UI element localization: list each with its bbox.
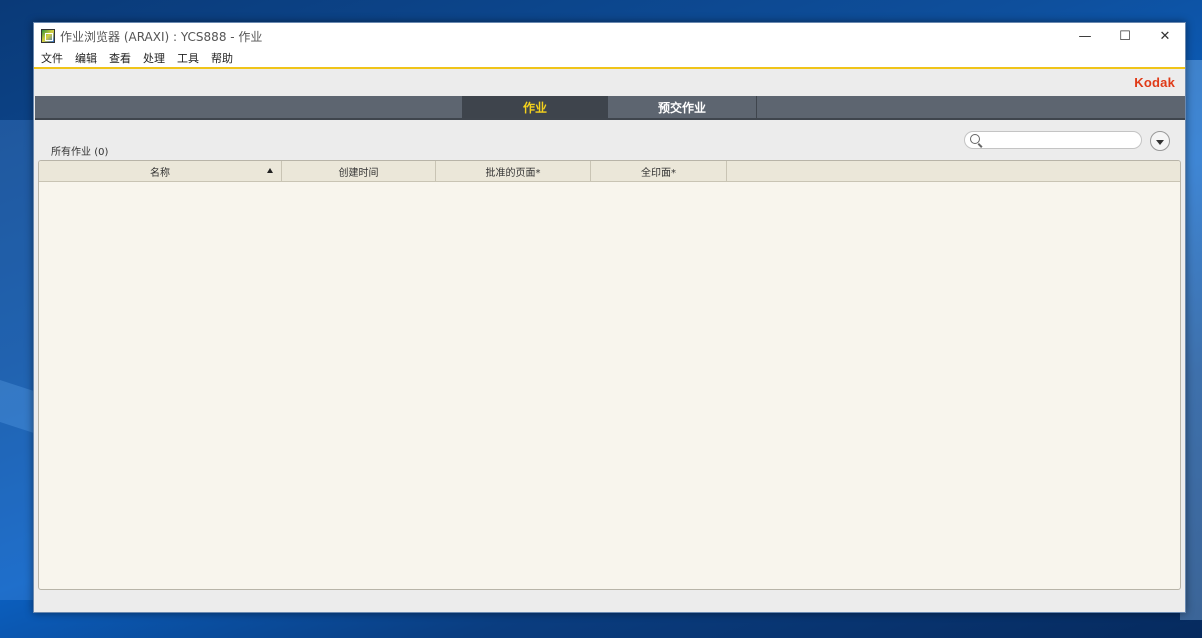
table-header: 名称 创建时间 批准的页面* 全印面* (39, 161, 1180, 182)
brand-bar: Kodak (34, 69, 1185, 96)
all-jobs-title: 所有作业 (51, 147, 91, 158)
column-header-label: 批准的页面* (485, 167, 541, 179)
search-box[interactable] (964, 131, 1142, 149)
column-header-full-impositions[interactable]: 全印面* (591, 161, 727, 181)
app-icon (41, 29, 55, 43)
menu-file[interactable]: 文件 (37, 50, 71, 66)
tab-jobs[interactable]: 作业 (462, 96, 608, 118)
tab-preflight-jobs[interactable]: 预交作业 (608, 96, 757, 118)
menu-edit[interactable]: 编辑 (71, 50, 105, 66)
menu-tools[interactable]: 工具 (173, 50, 207, 66)
column-header-created[interactable]: 创建时间 (282, 161, 436, 181)
search-icon (970, 134, 980, 144)
column-header-label: 创建时间 (338, 167, 379, 179)
sort-ascending-icon (267, 168, 273, 173)
menu-view[interactable]: 查看 (105, 50, 139, 66)
all-jobs-label: 所有作业 (0) (51, 143, 108, 158)
column-header-label: 全印面* (641, 167, 676, 179)
column-header-name[interactable]: 名称 (39, 161, 282, 181)
kodak-logo: Kodak (1134, 75, 1175, 90)
window-controls: — ☐ ✕ (1065, 23, 1185, 49)
column-header-label: 名称 (150, 167, 170, 179)
menu-help[interactable]: 帮助 (207, 50, 241, 66)
menu-process[interactable]: 处理 (139, 50, 173, 66)
jobs-table[interactable]: 名称 创建时间 批准的页面* 全印面* (38, 160, 1181, 590)
maximize-button[interactable]: ☐ (1105, 23, 1145, 49)
job-count: (0) (94, 147, 109, 158)
menu-bar: 文件 编辑 查看 处理 工具 帮助 (34, 49, 1185, 69)
column-header-approved-pages[interactable]: 批准的页面* (436, 161, 591, 181)
close-button[interactable]: ✕ (1145, 23, 1185, 49)
app-window: 作业浏览器 (ARAXI) : YCS888 - 作业 — ☐ ✕ 文件 编辑 … (33, 22, 1186, 613)
search-options-button[interactable] (1150, 131, 1170, 151)
window-title: 作业浏览器 (ARAXI) : YCS888 - 作业 (60, 29, 263, 44)
tab-bar: 作业 预交作业 (35, 96, 1185, 120)
column-header-filler (727, 161, 1180, 181)
search-input[interactable] (985, 133, 1139, 149)
title-bar[interactable]: 作业浏览器 (ARAXI) : YCS888 - 作业 — ☐ ✕ (34, 23, 1185, 49)
minimize-button[interactable]: — (1065, 23, 1105, 49)
chevron-down-icon (1156, 139, 1164, 145)
